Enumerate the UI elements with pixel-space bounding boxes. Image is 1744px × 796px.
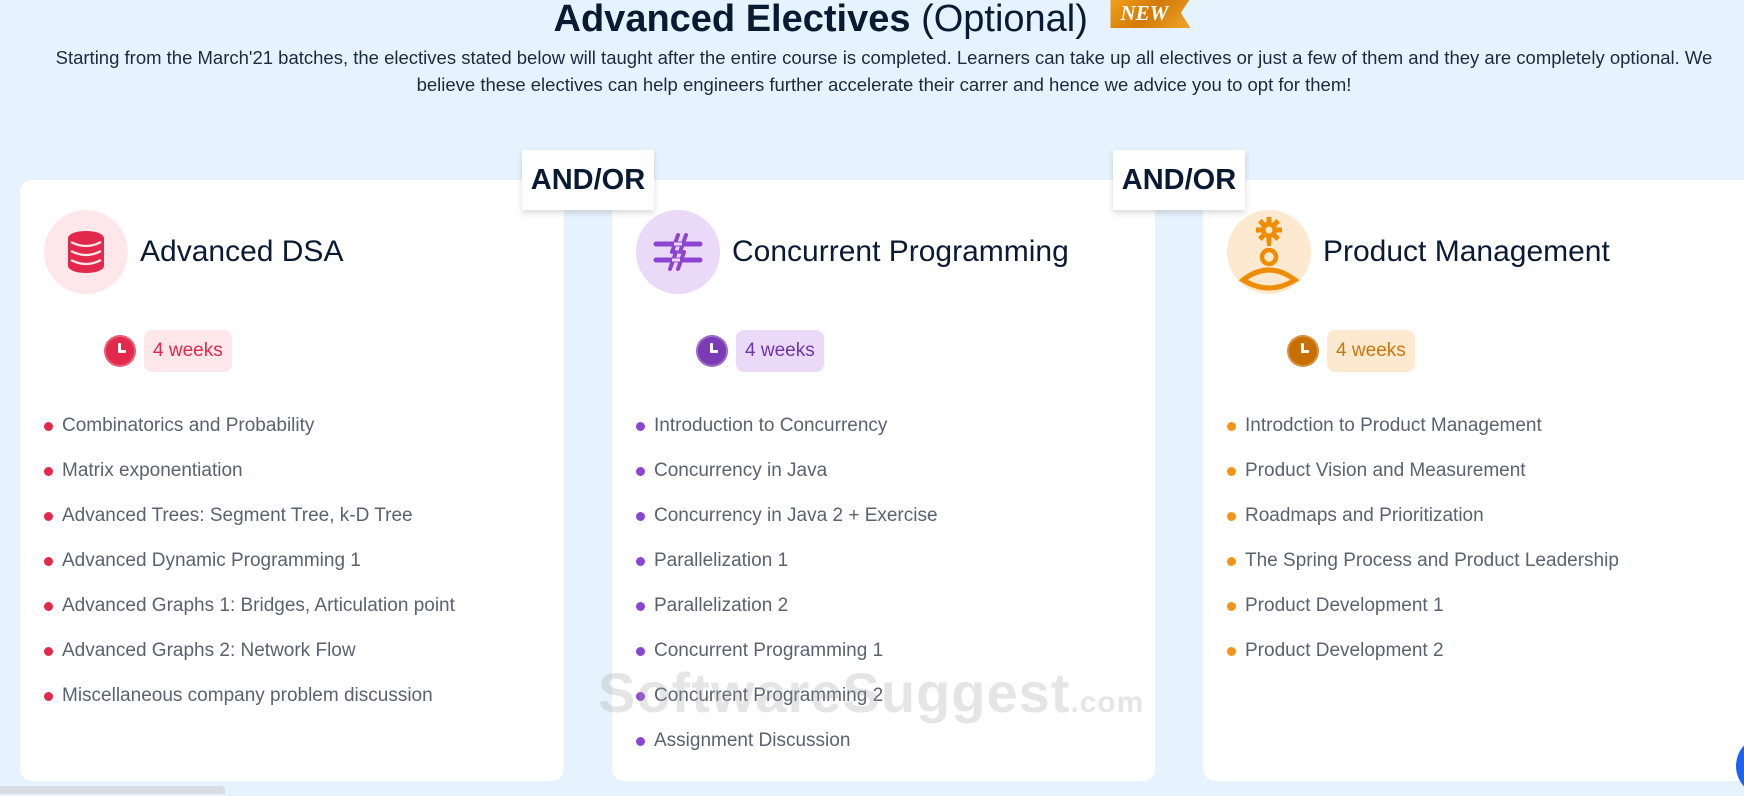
topic-label: Concurrent Programming 2 <box>654 685 884 706</box>
icon-circle <box>1227 210 1311 294</box>
topic-label: Roadmaps and Prioritization <box>1245 505 1484 526</box>
topic-item: Product Development 2 <box>1227 637 1619 682</box>
topic-item: Advanced Dynamic Programming 1 <box>44 547 455 592</box>
topic-label: Parallelization 1 <box>654 550 789 571</box>
bullet <box>44 692 53 701</box>
topic-list: Combinatorics and Probability Matrix exp… <box>44 412 455 727</box>
duration: 4 weeks <box>696 330 824 372</box>
topic-label: Combinatorics and Probability <box>62 415 315 436</box>
bullet <box>1227 557 1236 566</box>
bullet <box>636 557 645 566</box>
topic-item: Introduction to Concurrency <box>636 412 938 457</box>
bullet <box>1227 512 1236 521</box>
bullet <box>1227 467 1236 476</box>
duration: 4 weeks <box>104 330 232 372</box>
topic-label: Matrix exponentiation <box>62 460 243 481</box>
bullet <box>44 647 53 656</box>
topic-list: Introdction to Product Management Produc… <box>1227 412 1619 682</box>
topic-label: Concurrent Programming 1 <box>654 640 884 661</box>
topic-item: Product Development 1 <box>1227 592 1619 637</box>
clock-icon <box>1287 335 1319 367</box>
bullet <box>636 512 645 521</box>
duration-badge: 4 weeks <box>144 330 232 372</box>
and-or-connector: AND/OR <box>522 150 654 210</box>
bullet <box>44 602 53 611</box>
bullet <box>44 512 53 521</box>
bullet <box>44 557 53 566</box>
bullet <box>636 692 645 701</box>
elective-title: Advanced DSA <box>140 235 344 268</box>
topic-label: Advanced Dynamic Programming 1 <box>62 550 361 571</box>
bullet <box>636 422 645 431</box>
topic-label: Advanced Graphs 1: Bridges, Articulation… <box>62 595 455 616</box>
topic-item: Parallelization 1 <box>636 547 938 592</box>
topic-label: Parallelization 2 <box>654 595 789 616</box>
elective-title: Concurrent Programming <box>732 235 1069 268</box>
topic-item: Assignment Discussion <box>636 727 938 772</box>
bullet <box>44 467 53 476</box>
product-manager-icon <box>1238 217 1300 291</box>
bullet <box>636 737 645 746</box>
topic-item: The Spring Process and Product Leadershi… <box>1227 547 1619 592</box>
clock-icon <box>696 335 728 367</box>
new-badge: NEW <box>1110 0 1191 28</box>
topic-item: Concurrent Programming 2 <box>636 682 938 727</box>
elective-card-advanced-dsa: Advanced DSA 4 weeks Combinatorics and P… <box>20 180 564 781</box>
topic-label: Product Development 2 <box>1245 640 1444 661</box>
icon-circle <box>44 210 128 294</box>
topic-item: Roadmaps and Prioritization <box>1227 502 1619 547</box>
clock-icon <box>104 335 136 367</box>
topic-label: Introdction to Product Management <box>1245 415 1542 436</box>
topic-item: Introdction to Product Management <box>1227 412 1619 457</box>
topic-item: Product Vision and Measurement <box>1227 457 1619 502</box>
and-or-connector: AND/OR <box>1113 150 1245 210</box>
topic-label: Concurrency in Java <box>654 460 828 481</box>
bullet <box>636 602 645 611</box>
heading-optional: (Optional) <box>921 0 1088 40</box>
topic-label: Product Development 1 <box>1245 595 1444 616</box>
topic-item: Miscellaneous company problem discussion <box>44 682 455 727</box>
section-heading: Advanced Electives (Optional) NEW <box>0 0 1744 42</box>
duration-badge: 4 weeks <box>736 330 824 372</box>
topic-item: Advanced Graphs 2: Network Flow <box>44 637 455 682</box>
topic-label: Advanced Graphs 2: Network Flow <box>62 640 356 661</box>
parallel-lines-icon <box>653 233 703 271</box>
topic-label: The Spring Process and Product Leadershi… <box>1245 550 1619 571</box>
topic-label: Concurrency in Java 2 + Exercise <box>654 505 938 526</box>
bullet <box>636 647 645 656</box>
bullet <box>1227 647 1236 656</box>
duration-badge: 4 weeks <box>1327 330 1415 372</box>
section-description: Starting from the March'21 batches, the … <box>55 47 1713 95</box>
topic-item: Combinatorics and Probability <box>44 412 455 457</box>
topic-item: Concurrent Programming 1 <box>636 637 938 682</box>
topic-item: Concurrency in Java 2 + Exercise <box>636 502 938 547</box>
topic-label: Assignment Discussion <box>654 730 851 751</box>
topic-item: Matrix exponentiation <box>44 457 455 502</box>
bullet <box>636 467 645 476</box>
elective-title: Product Management <box>1323 235 1610 268</box>
topic-label: Miscellaneous company problem discussion <box>62 685 433 706</box>
topic-item: Advanced Graphs 1: Bridges, Articulation… <box>44 592 455 637</box>
icon-circle <box>636 210 720 294</box>
topic-label: Advanced Trees: Segment Tree, k-D Tree <box>62 505 413 526</box>
bullet <box>1227 602 1236 611</box>
topic-item: Parallelization 2 <box>636 592 938 637</box>
topic-item: Advanced Trees: Segment Tree, k-D Tree <box>44 502 455 547</box>
bullet <box>44 422 53 431</box>
topic-item: Concurrency in Java <box>636 457 938 502</box>
topic-label: Product Vision and Measurement <box>1245 460 1526 481</box>
topic-list: Introduction to Concurrency Concurrency … <box>636 412 938 772</box>
elective-card-product-management: Product Management 4 weeks Introdction t… <box>1203 180 1744 781</box>
bullet <box>1227 422 1236 431</box>
duration: 4 weeks <box>1287 330 1415 372</box>
topic-label: Introduction to Concurrency <box>654 415 888 436</box>
heading-title: Advanced Electives <box>553 0 911 40</box>
database-icon <box>68 231 104 273</box>
elective-card-concurrent-programming: Concurrent Programming 4 weeks Introduct… <box>612 180 1155 781</box>
